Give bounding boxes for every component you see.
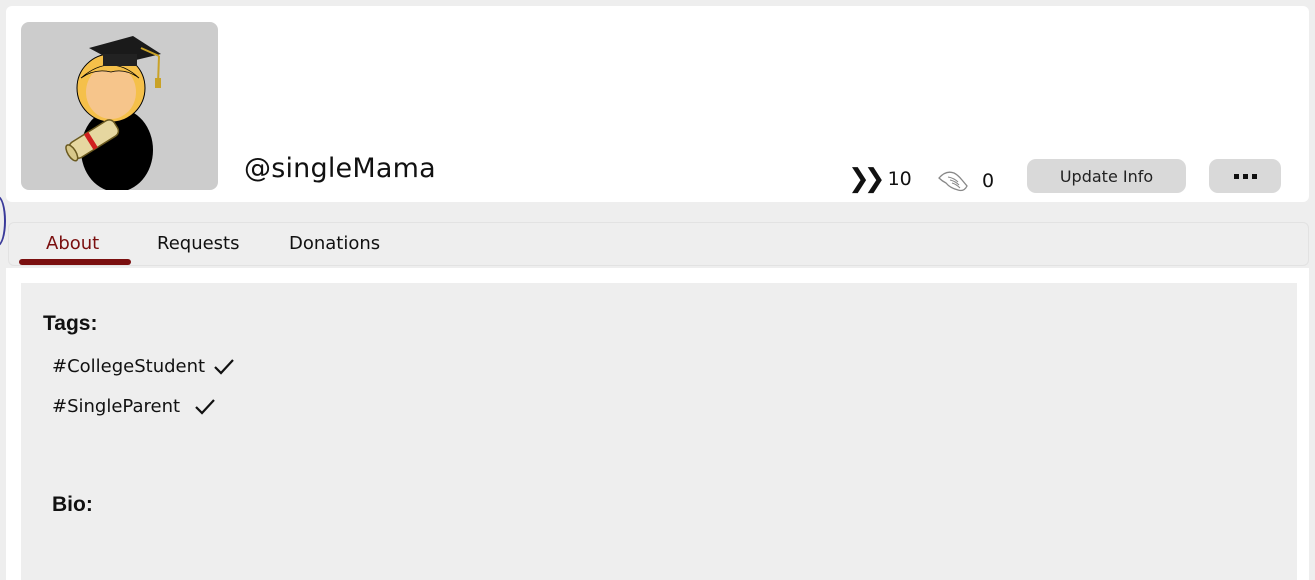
tab-about[interactable]: About <box>46 233 99 254</box>
hands-count: 0 <box>982 170 995 192</box>
tag-label: #SingleParent <box>52 396 181 417</box>
tab-bar: About Requests Donations <box>8 222 1309 266</box>
check-icon <box>195 398 215 415</box>
double-chevron-icon: ❯❯ <box>848 164 885 194</box>
more-dots-icon <box>1233 173 1257 179</box>
praying-hands-icon <box>938 171 968 192</box>
username: @singleMama <box>244 153 436 184</box>
avatar[interactable] <box>21 22 218 190</box>
bio-heading: Bio: <box>52 493 93 516</box>
edge-decoration <box>0 196 6 246</box>
tag-label: #CollegeStudent <box>52 356 206 377</box>
tab-requests[interactable]: Requests <box>157 233 240 254</box>
followers-count: 10 <box>887 168 912 190</box>
active-tab-indicator <box>19 259 131 265</box>
tag-item: #CollegeStudent <box>52 356 235 377</box>
tags-heading: Tags: <box>43 312 98 335</box>
tag-item: #SingleParent <box>52 396 216 417</box>
update-info-button[interactable]: Update Info <box>1027 159 1186 193</box>
about-panel <box>21 283 1297 580</box>
hands-stat[interactable]: 0 <box>936 168 994 194</box>
followers-stat[interactable]: ❯❯ 10 <box>848 164 912 194</box>
graduate-avatar-icon <box>65 36 161 190</box>
more-button[interactable] <box>1209 159 1281 193</box>
check-icon <box>214 358 234 375</box>
tab-donations[interactable]: Donations <box>289 233 380 254</box>
